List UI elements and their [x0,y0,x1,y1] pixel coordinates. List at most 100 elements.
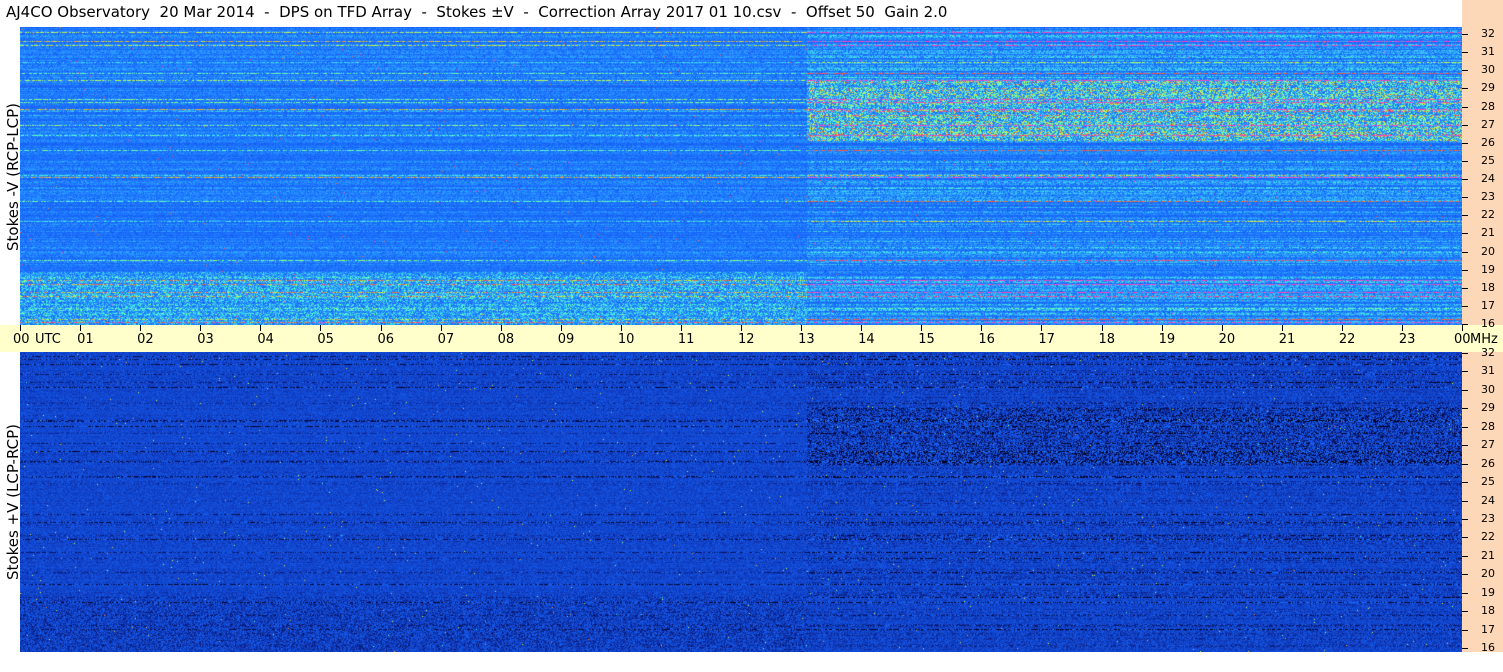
freq-tick-label-32: 32 [1481,346,1495,359]
freq-tick-label-25: 25 [1481,153,1495,167]
freq-tick-label-31: 31 [1481,364,1495,378]
freq-tick-label-21: 21 [1481,226,1495,240]
freq-tick-label-27: 27 [1481,438,1495,452]
utc-tick-label-00: 00 [1454,332,1471,347]
freq-tick-mark [1462,556,1468,557]
freq-tick-mark [1462,482,1468,483]
utc-tick-mark [741,325,742,331]
utc-tick-label-17: 17 [1038,332,1055,347]
utc-tick-label-22: 22 [1338,332,1356,347]
freq-tick-label-19: 19 [1481,585,1495,599]
utc-tick-label-12: 12 [738,332,755,347]
freq-tick-label-18: 18 [1481,604,1495,618]
freq-tick-label-19: 19 [1481,262,1495,276]
freq-tick-label-22: 22 [1481,208,1495,222]
freq-tick-label-21: 21 [1481,548,1495,562]
utc-tick-mark [621,325,622,331]
freq-tick-mark [1462,371,1468,372]
freq-tick-mark [1462,464,1468,465]
utc-tick-label-10: 10 [617,332,635,347]
utc-tick-mark [441,325,442,331]
utc-tick-mark [1462,325,1463,331]
freq-tick-mark [1462,179,1468,180]
utc-tick-mark [561,325,562,331]
bottom-spectrogram [20,352,1462,652]
freq-tick-mark [1462,408,1468,409]
freq-tick-mark [1462,34,1468,35]
utc-tick-label-13: 13 [798,332,815,347]
utc-tick-label-03: 03 [197,332,214,347]
utc-axis-label: UTC [35,332,61,347]
freq-tick-label-29: 29 [1481,81,1495,95]
mhz-axis-label: MHz [1470,332,1498,347]
utc-tick-mark [1342,325,1343,331]
freq-tick-mark [1462,537,1468,538]
utc-tick-label-02: 02 [137,332,154,347]
freq-tick-mark [1462,215,1468,216]
freq-tick-mark [1462,445,1468,446]
freq-tick-label-27: 27 [1481,117,1495,131]
freq-tick-mark [1462,161,1468,162]
utc-tick-label-14: 14 [858,332,875,347]
utc-tick-mark [921,325,922,331]
utc-tick-label-19: 19 [1158,332,1176,347]
freq-tick-mark [1462,143,1468,144]
utc-tick-mark [200,325,201,331]
freq-tick-label-22: 22 [1481,530,1495,544]
freq-tick-mark [1462,630,1468,631]
utc-tick-mark [320,325,321,331]
freq-tick-mark [1462,501,1468,502]
utc-tick-label-00: 00 [13,332,30,347]
utc-tick-label-09: 09 [557,332,575,347]
utc-tick-mark [20,325,21,331]
figure-title: AJ4CO Observatory 20 Mar 2014 - DPS on T… [6,3,948,21]
utc-tick-label-08: 08 [497,332,515,347]
utc-tick-mark [1282,325,1283,331]
utc-tick-mark [140,325,141,331]
utc-tick-label-07: 07 [437,332,455,347]
freq-tick-label-32: 32 [1481,27,1495,40]
freq-tick-label-30: 30 [1481,382,1495,396]
utc-tick-label-18: 18 [1098,332,1116,347]
freq-tick-label-29: 29 [1481,401,1495,415]
freq-tick-label-17: 17 [1481,298,1495,312]
utc-tick-label-04: 04 [257,332,274,347]
freq-tick-mark [1462,427,1468,428]
freq-tick-mark [1462,270,1468,271]
freq-tick-mark [1462,197,1468,198]
spectrogram-figure: AJ4CO Observatory 20 Mar 2014 - DPS on T… [0,0,1503,672]
freq-tick-label-28: 28 [1481,99,1495,113]
freq-tick-label-16: 16 [1481,317,1495,330]
top-spectrogram-image [20,27,1462,325]
utc-tick-label-06: 06 [377,332,395,347]
utc-tick-label-05: 05 [317,332,334,347]
bottom-spectrogram-image [20,352,1462,652]
freq-tick-label-30: 30 [1481,63,1495,77]
utc-tick-label-15: 15 [918,332,935,347]
utc-tick-mark [260,325,261,331]
utc-tick-mark [381,325,382,331]
utc-tick-mark [981,325,982,331]
utc-tick-label-23: 23 [1398,332,1416,347]
utc-tick-mark [1102,325,1103,331]
utc-tick-mark [80,325,81,331]
freq-tick-mark [1462,648,1468,649]
freq-tick-mark [1462,593,1468,594]
utc-tick-mark [801,325,802,331]
freq-tick-label-20: 20 [1481,244,1495,258]
freq-tick-label-16: 16 [1481,641,1495,654]
freq-tick-mark [1462,252,1468,253]
freq-tick-label-17: 17 [1481,622,1495,636]
utc-tick-mark [1162,325,1163,331]
freq-tick-label-26: 26 [1481,456,1495,470]
freq-tick-label-28: 28 [1481,419,1495,433]
top-spectrogram [20,27,1462,325]
freq-tick-mark [1462,288,1468,289]
freq-tick-label-24: 24 [1481,172,1495,185]
freq-tick-label-23: 23 [1481,511,1495,525]
freq-tick-label-24: 24 [1481,493,1495,507]
utc-time-axis: 00 01 02 03 04 05 06 07 08 09 10 11 12 13 14 15 16 17 18 19… [0,325,1503,352]
utc-tick-label-20: 20 [1218,332,1236,347]
utc-tick-label-01: 01 [77,332,94,347]
freq-tick-mark [1462,125,1468,126]
